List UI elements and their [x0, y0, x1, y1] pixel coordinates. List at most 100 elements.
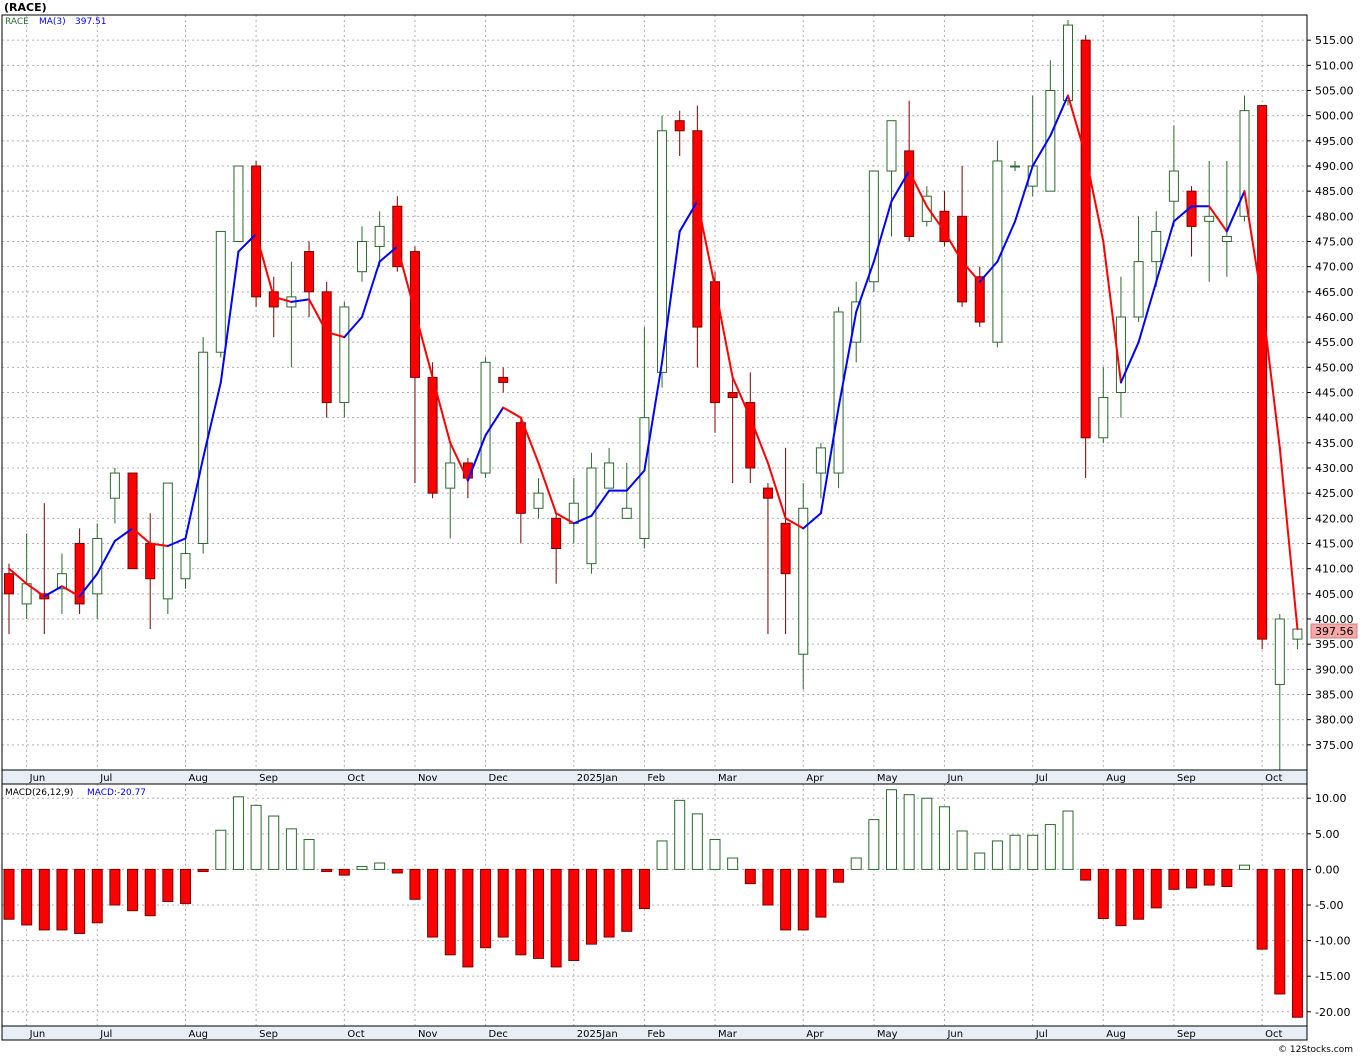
macd-bar [215, 829, 227, 870]
macd-month-label: Oct [1265, 1029, 1282, 1040]
site-credit: © 12Stocks.com [1278, 1045, 1353, 1055]
macd-bar [1062, 810, 1074, 870]
candle-body [692, 130, 703, 328]
macd-month-label: Mar [718, 1029, 738, 1040]
macd-bar [762, 868, 774, 906]
macd-month-label: Sep [1177, 1029, 1196, 1040]
legend-ma-name: MA(3) [39, 17, 66, 27]
macd-tick-label: -10.00 [1315, 935, 1350, 948]
stock-chart: 375.00380.00385.00390.00395.00400.00405.… [0, 0, 1360, 1056]
price-tick-label: 510.00 [1315, 59, 1354, 72]
macd-bar [1168, 868, 1180, 890]
macd-bar [180, 868, 191, 905]
macd-bar [162, 868, 174, 902]
price-tick-label: 445.00 [1315, 387, 1354, 400]
macd-bar [991, 840, 1003, 870]
candle-body [551, 517, 562, 550]
macd-month-label: Oct [347, 1029, 364, 1040]
macd-tick-label: 10.00 [1315, 792, 1347, 805]
month-label: Nov [418, 773, 438, 784]
macd-bar [1009, 834, 1021, 870]
candle-body [1080, 39, 1091, 439]
candle-body [727, 392, 738, 399]
month-label: Aug [1106, 773, 1126, 784]
macd-tick-label: 5.00 [1315, 828, 1340, 841]
macd-bar [585, 868, 597, 945]
candle-body [1010, 165, 1021, 168]
macd-bar [1133, 868, 1145, 920]
price-tick-label: 475.00 [1315, 236, 1354, 249]
macd-bar [903, 794, 915, 870]
macd-bar [250, 804, 262, 870]
price-tick-label: 455.00 [1315, 336, 1354, 349]
macd-bar [91, 868, 103, 924]
month-label: 2025Jan [577, 773, 618, 784]
candle-body [480, 361, 491, 474]
macd-bar [938, 806, 950, 870]
macd-bar [21, 868, 33, 926]
macd-bar [144, 868, 156, 917]
price-tick-label: 425.00 [1315, 487, 1354, 500]
price-tick-label: 460.00 [1315, 311, 1354, 324]
macd-bar [868, 819, 880, 870]
macd-bar [515, 868, 527, 956]
price-tick-label: 515.00 [1315, 34, 1354, 47]
month-label: Jun [29, 773, 46, 784]
candle-body [1133, 261, 1144, 318]
price-tick-label: 465.00 [1315, 286, 1354, 299]
macd-bar [1097, 868, 1109, 920]
macd-bar [1044, 824, 1056, 870]
macd-bar [833, 868, 845, 883]
macd-bar [497, 868, 509, 938]
macd-tick-label: -15.00 [1315, 970, 1350, 983]
macd-bar [391, 868, 403, 874]
macd-bar [268, 815, 280, 870]
price-tick-label: 505.00 [1315, 85, 1354, 98]
price-tick-label: 405.00 [1315, 588, 1354, 601]
price-tick-label: 415.00 [1315, 538, 1354, 551]
month-label: Jul [1035, 773, 1048, 784]
macd-month-label: Sep [259, 1029, 278, 1040]
macd-bar [1115, 868, 1127, 927]
macd-bar [285, 828, 297, 870]
macd-bar [374, 862, 386, 870]
macd-bar [338, 868, 350, 876]
candle-body [109, 472, 120, 499]
candle-body [321, 291, 332, 404]
macd-bar [38, 868, 50, 931]
macd-month-label: Feb [647, 1029, 665, 1040]
candle-body [180, 553, 191, 580]
candle-body [621, 507, 632, 519]
macd-bar [1274, 868, 1286, 995]
price-tick-label: 440.00 [1315, 412, 1354, 425]
candle-body [127, 472, 138, 570]
price-tick-label: 490.00 [1315, 160, 1354, 173]
legend-ma-value: 397.51 [75, 17, 107, 27]
price-tick-label: 435.00 [1315, 437, 1354, 450]
macd-month-label: Aug [1106, 1029, 1126, 1040]
month-label: Jul [99, 773, 112, 784]
macd-bar [1027, 834, 1039, 870]
candle-body [1151, 230, 1162, 263]
macd-bar [956, 830, 968, 870]
month-label: Sep [259, 773, 278, 784]
macd-bar [1221, 868, 1233, 887]
candle-body [374, 225, 385, 248]
price-tick-label: 480.00 [1315, 210, 1354, 223]
macd-bar [850, 857, 862, 870]
price-tick-label: 385.00 [1315, 689, 1354, 702]
macd-legend-value: MACD:-20.77 [87, 788, 146, 798]
candle-body [1063, 24, 1073, 102]
candle-body [304, 251, 315, 293]
macd-bar [56, 868, 68, 931]
candle-body [851, 301, 862, 343]
candle-body [145, 543, 156, 580]
candle-body [639, 417, 650, 539]
macd-tick-label: 0.00 [1315, 863, 1340, 876]
macd-bar [603, 868, 615, 938]
macd-month-label: Jun [946, 1029, 963, 1040]
macd-bar [727, 857, 739, 870]
macd-bar [303, 839, 315, 870]
macd-bar [3, 868, 15, 920]
candle-body [974, 276, 985, 323]
